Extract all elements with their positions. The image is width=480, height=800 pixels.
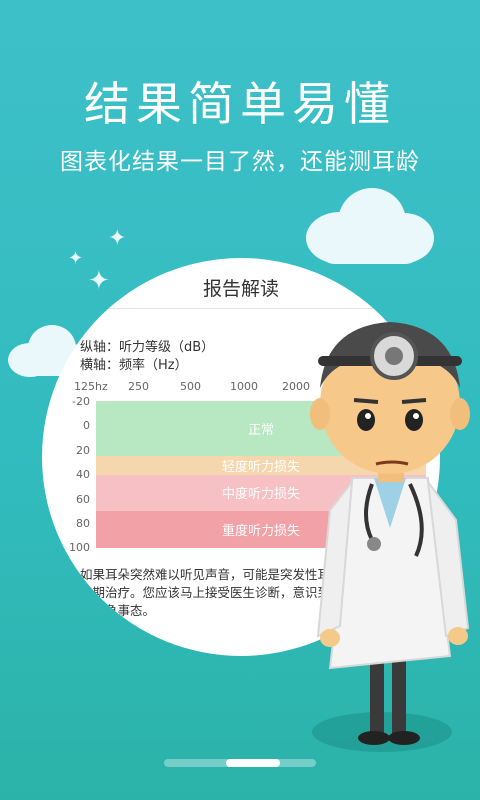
- db-label: 40: [76, 468, 90, 481]
- subline: 图表化结果一目了然，还能测耳龄: [60, 149, 420, 175]
- page-indicator-active[interactable]: [226, 759, 280, 767]
- doctor-illustration: [310, 322, 470, 745]
- db-label: 20: [76, 444, 90, 457]
- db-label: 80: [76, 517, 90, 530]
- freq-label: 250: [128, 380, 149, 393]
- freq-label: 500: [180, 380, 201, 393]
- freq-label: 1000: [230, 380, 258, 393]
- freq-label: 125hz: [74, 380, 108, 393]
- headline: 结果简单易懂: [84, 77, 396, 131]
- x-axis-note: 横轴：频率（Hz）: [80, 358, 188, 373]
- y-axis-note: 纵轴：听力等级（dB）: [80, 340, 215, 355]
- sparkle-icon: ✦: [108, 226, 127, 251]
- db-label: 100: [69, 541, 90, 554]
- cloud-icon: [306, 188, 434, 264]
- sparkle-icon: ✦: [68, 248, 84, 269]
- db-label: 0: [83, 419, 90, 432]
- db-label: 60: [76, 493, 90, 506]
- db-label: -20: [72, 395, 90, 408]
